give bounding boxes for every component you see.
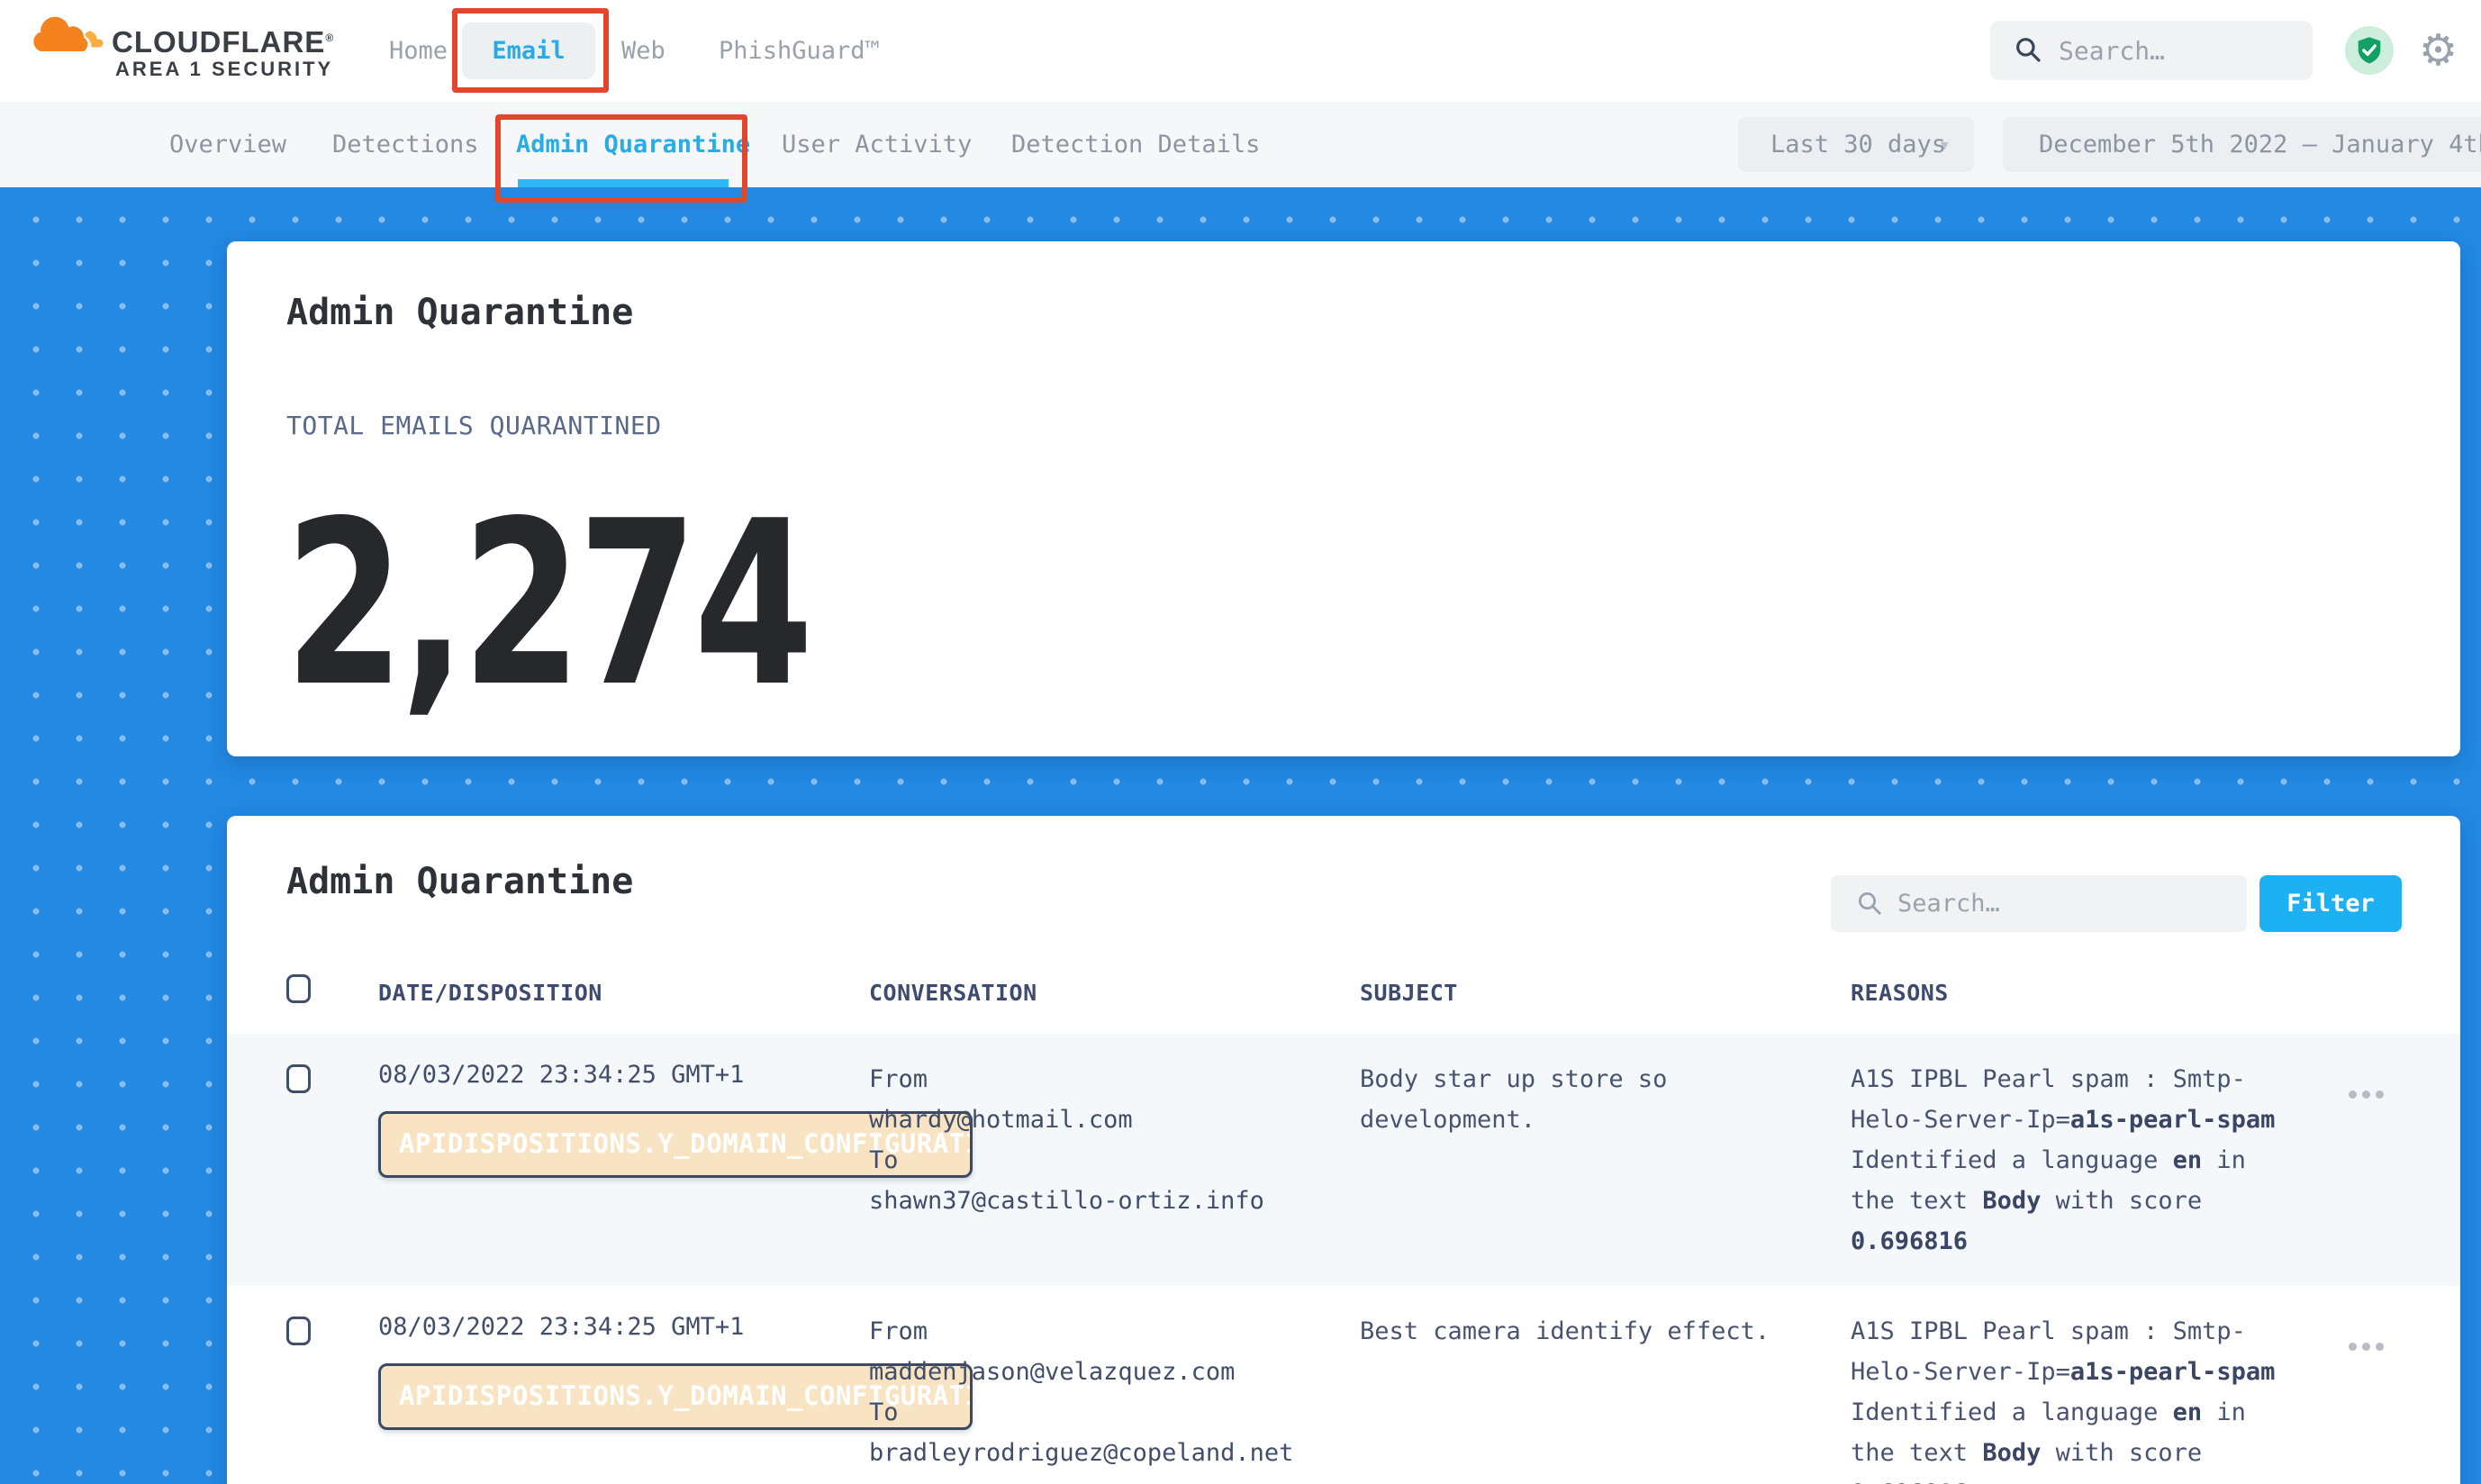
- filter-button[interactable]: Filter: [2259, 875, 2402, 932]
- table-row: 08/03/2022 23:34:25 GMT+1 APIDISPOSITION…: [227, 1286, 2460, 1484]
- column-header-date-disposition: DATE/DISPOSITION: [378, 980, 602, 1006]
- column-header-subject: SUBJECT: [1360, 980, 1458, 1006]
- search-icon: [2014, 35, 2042, 64]
- from-label: From: [869, 1059, 1355, 1099]
- to-address: shawn37@castillo-ortiz.info: [869, 1181, 1355, 1221]
- row-subject: Best camera identify effect.: [1360, 1311, 1819, 1352]
- row-conversation: From maddenjason@velazquez.com To bradle…: [869, 1311, 1355, 1473]
- top-header: CLOUDFLARE® AREA 1 SECURITY Home Email W…: [0, 0, 2481, 102]
- row-reasons: A1S IPBL Pearl spam : Smtp-Helo-Server-I…: [1851, 1311, 2319, 1484]
- column-header-reasons: REASONS: [1851, 980, 1949, 1006]
- to-label: To: [869, 1392, 1355, 1433]
- row-reasons: A1S IPBL Pearl spam : Smtp-Helo-Server-I…: [1851, 1059, 2319, 1262]
- logo-sub-text: AREA 1 SECURITY: [115, 58, 333, 81]
- row-subject: Body star up store so development.: [1360, 1059, 1819, 1140]
- to-address: bradleyrodriguez@copeland.net: [869, 1433, 1355, 1473]
- table-search: [1831, 875, 2247, 932]
- row-checkbox[interactable]: [286, 1317, 311, 1345]
- from-label: From: [869, 1311, 1355, 1352]
- logo-mark: ®: [325, 32, 334, 44]
- tab-overview[interactable]: Overview: [169, 102, 286, 187]
- row-menu-button[interactable]: [2349, 1333, 2412, 1360]
- cloudflare-logo[interactable]: CLOUDFLARE® AREA 1 SECURITY: [29, 7, 326, 97]
- nav-item-home[interactable]: Home: [389, 0, 448, 102]
- column-header-conversation: CONVERSATION: [869, 980, 1037, 1006]
- settings-gear-icon[interactable]: ⚙: [2419, 0, 2458, 102]
- chevron-down-icon: ▾: [1939, 118, 1951, 173]
- from-address: whardy@hotmail.com: [869, 1099, 1355, 1140]
- quarantine-card-title: Admin Quarantine: [286, 861, 633, 902]
- global-search: [1990, 21, 2313, 80]
- cloudflare-cloud-icon: [29, 11, 104, 65]
- table-search-input[interactable]: [1897, 875, 2231, 932]
- stats-card: Admin Quarantine TOTAL EMAILS QUARANTINE…: [227, 241, 2460, 756]
- to-label: To: [869, 1140, 1355, 1181]
- shield-check-icon: [2356, 36, 2383, 65]
- logo-brand-text: CLOUDFLARE®: [112, 25, 334, 59]
- nav-item-email[interactable]: Email: [462, 23, 595, 79]
- from-address: maddenjason@velazquez.com: [869, 1352, 1355, 1392]
- stats-card-title: Admin Quarantine: [286, 292, 633, 333]
- table-rows: 08/03/2022 23:34:25 GMT+1 APIDISPOSITION…: [227, 1034, 2460, 1484]
- tab-admin-quarantine[interactable]: Admin Quarantine: [516, 102, 750, 187]
- email-subnav: Overview Detections Admin Quarantine Use…: [0, 102, 2481, 187]
- nav-item-web[interactable]: Web: [621, 0, 666, 102]
- row-conversation: From whardy@hotmail.com To shawn37@casti…: [869, 1059, 1355, 1221]
- tab-detections[interactable]: Detections: [332, 102, 479, 187]
- row-checkbox[interactable]: [286, 1064, 311, 1093]
- select-all-checkbox[interactable]: [286, 974, 311, 1003]
- tab-detection-details[interactable]: Detection Details: [1011, 102, 1260, 187]
- metric-value: 2,274: [285, 492, 810, 719]
- active-tab-indicator: [518, 179, 729, 187]
- table-row: 08/03/2022 23:34:25 GMT+1 APIDISPOSITION…: [227, 1034, 2460, 1286]
- nav-item-phishguard[interactable]: PhishGuard™: [719, 0, 880, 102]
- global-search-input[interactable]: [2059, 21, 2302, 80]
- quarantine-card: Admin Quarantine Filter DATE/DISPOSITION…: [227, 816, 2460, 1484]
- metric-label: TOTAL EMAILS QUARANTINED: [286, 411, 662, 440]
- tab-user-activity[interactable]: User Activity: [782, 102, 972, 187]
- row-menu-button[interactable]: [2349, 1081, 2412, 1108]
- search-icon: [1856, 890, 1883, 917]
- row-date: 08/03/2022 23:34:25 GMT+1: [378, 1313, 744, 1341]
- security-status-button[interactable]: [2345, 26, 2394, 75]
- period-selector[interactable]: Last 30 days ▾: [1738, 117, 1974, 172]
- date-range-display[interactable]: December 5th 2022 — January 4th 2023: [2003, 117, 2481, 172]
- row-date: 08/03/2022 23:34:25 GMT+1: [378, 1061, 744, 1089]
